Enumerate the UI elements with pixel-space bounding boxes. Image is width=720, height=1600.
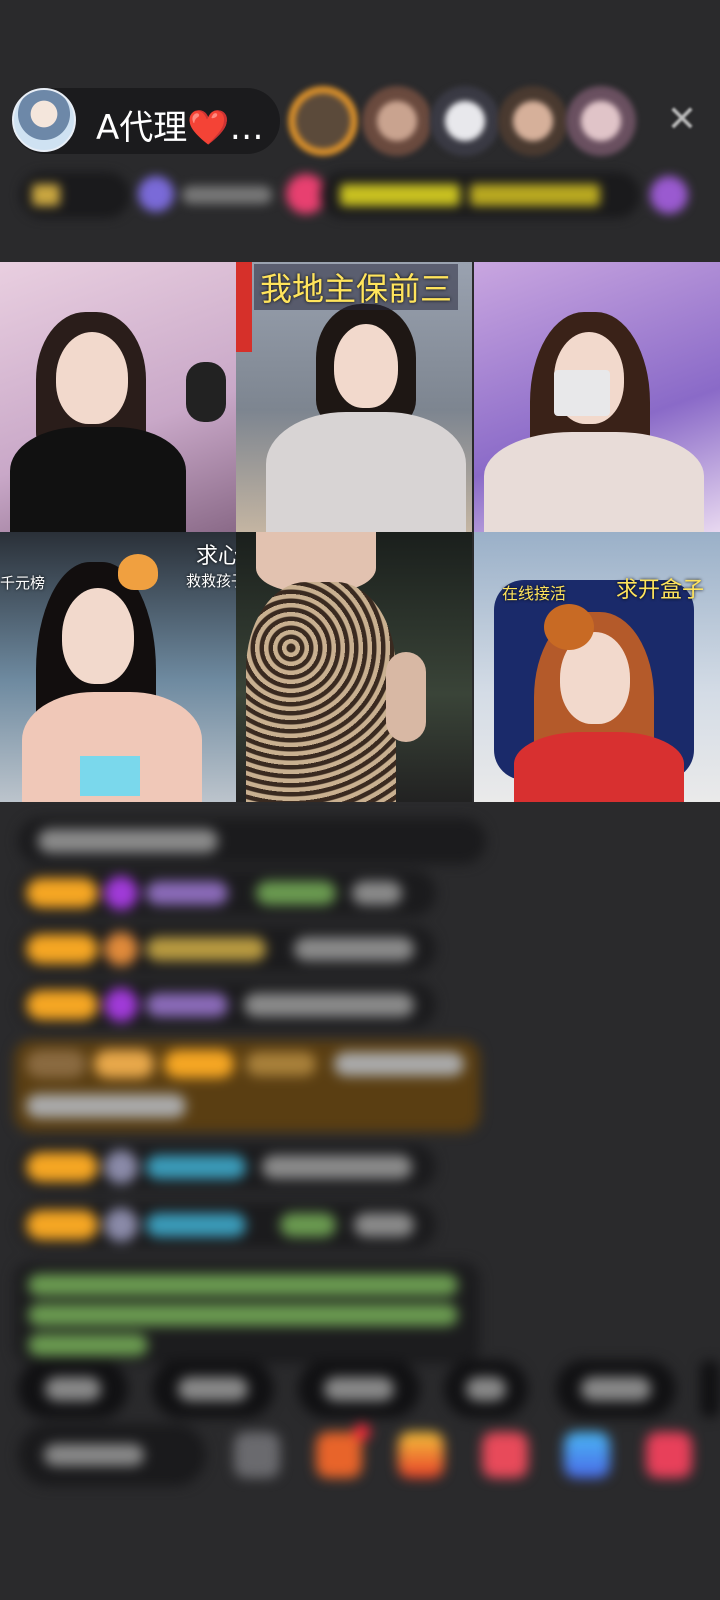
viewer-avatar[interactable] (498, 86, 568, 156)
chat-message (18, 1202, 436, 1248)
fan-icon[interactable] (398, 1432, 444, 1478)
chat-message (18, 982, 436, 1028)
share-icon[interactable] (564, 1432, 610, 1478)
quick-reply-chip[interactable] (444, 1360, 528, 1418)
more-icon[interactable] (646, 1432, 692, 1478)
tile-overlay-text: 救救孩子 (186, 572, 236, 590)
quick-reply-chip[interactable] (700, 1360, 720, 1418)
chat-message (18, 870, 436, 916)
tile-overlay-text: 千元榜 (0, 574, 46, 592)
heart-icon[interactable] (482, 1432, 528, 1478)
tile-overlay-text: 求开盒子 (616, 578, 705, 603)
system-announcement (14, 1262, 480, 1364)
viewer-avatar[interactable] (430, 86, 500, 156)
chat-message (18, 926, 436, 972)
tile-overlay-text: 在线接活 (502, 584, 567, 603)
room-info-bar[interactable] (20, 172, 700, 218)
video-tile[interactable]: 我地主保前三 (236, 262, 472, 532)
video-tile[interactable]: 求心 救救孩子 千元榜 (0, 532, 236, 802)
viewer-avatar[interactable] (288, 86, 358, 156)
chat-highlight (14, 1040, 480, 1132)
chat-input[interactable] (18, 1424, 206, 1486)
video-tile[interactable]: 在线接活 求开盒子 (474, 532, 720, 802)
video-tile[interactable] (236, 532, 472, 802)
host-avatar[interactable] (12, 88, 76, 152)
tile-overlay-text: 求心 (196, 544, 236, 569)
quick-reply-chip[interactable] (556, 1360, 676, 1418)
close-icon[interactable]: ✕ (660, 98, 704, 142)
chat-notice (18, 818, 486, 864)
viewer-avatar[interactable] (362, 86, 432, 156)
quick-reply-chip[interactable] (18, 1360, 128, 1418)
tile-overlay-text: 我地主保前三 (254, 264, 459, 310)
emoji-icon[interactable] (234, 1432, 280, 1478)
viewer-avatar[interactable] (566, 86, 636, 156)
quick-reply-chip[interactable] (298, 1360, 420, 1418)
video-tile[interactable] (0, 262, 236, 532)
host-name[interactable]: A代理❤️… (96, 100, 264, 149)
gift-icon[interactable] (316, 1432, 362, 1478)
quick-reply-chip[interactable] (152, 1360, 274, 1418)
chat-message (18, 1144, 436, 1190)
video-tile[interactable] (474, 262, 720, 532)
